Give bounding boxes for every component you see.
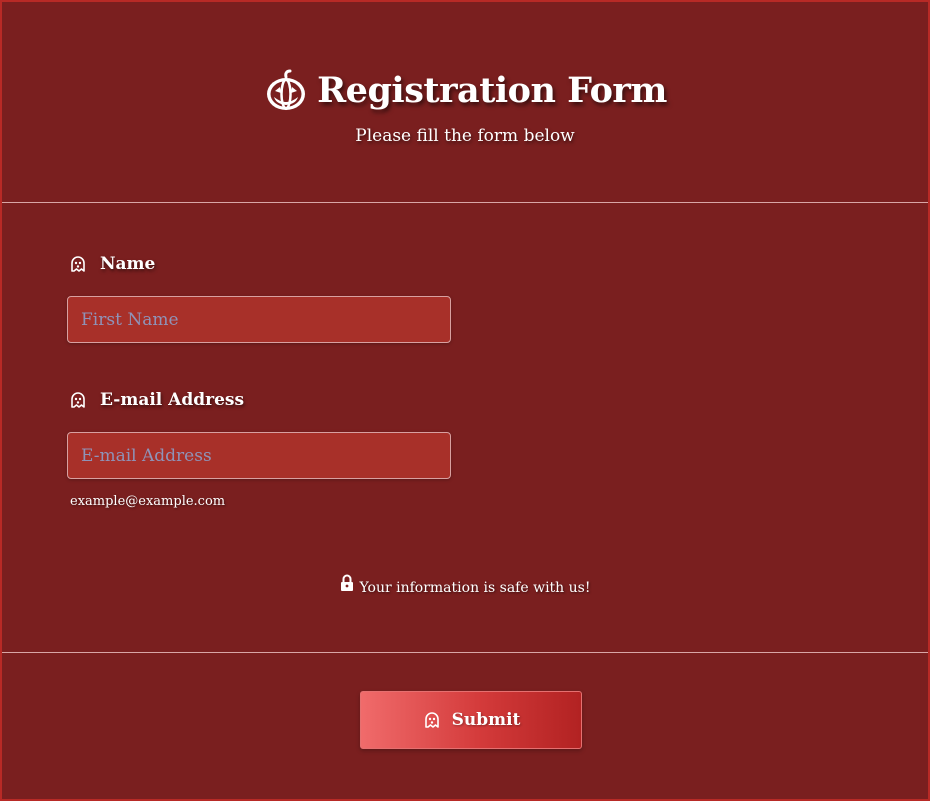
name-label: Name: [68, 254, 155, 274]
submit-button[interactable]: Submit: [360, 691, 582, 749]
title-row: Registration Form: [2, 68, 928, 114]
pumpkin-icon: [263, 68, 309, 114]
name-label-text: Name: [100, 254, 156, 274]
ghost-icon: [422, 710, 442, 730]
ghost-icon: [68, 254, 88, 274]
registration-form-page: Registration Form Please fill the form b…: [0, 0, 930, 801]
email-label: E-mail Address: [68, 390, 244, 410]
ghost-icon: [68, 390, 88, 410]
page-subtitle: Please fill the form below: [355, 126, 575, 146]
email-label-text: E-mail Address: [100, 390, 245, 410]
submit-label: Submit: [451, 710, 521, 730]
lock-icon: [340, 574, 354, 592]
footer-divider: [2, 652, 928, 653]
form-header: Registration Form Please fill the form b…: [2, 2, 928, 202]
safe-note-text: Your information is safe with us!: [359, 580, 591, 596]
safe-note: Your information is safe with us!: [2, 574, 928, 596]
email-input[interactable]: [67, 432, 451, 479]
first-name-input[interactable]: [67, 296, 451, 343]
page-title: Registration Form: [317, 70, 667, 111]
header-divider: [2, 202, 928, 203]
email-hint: example@example.com: [70, 494, 226, 509]
